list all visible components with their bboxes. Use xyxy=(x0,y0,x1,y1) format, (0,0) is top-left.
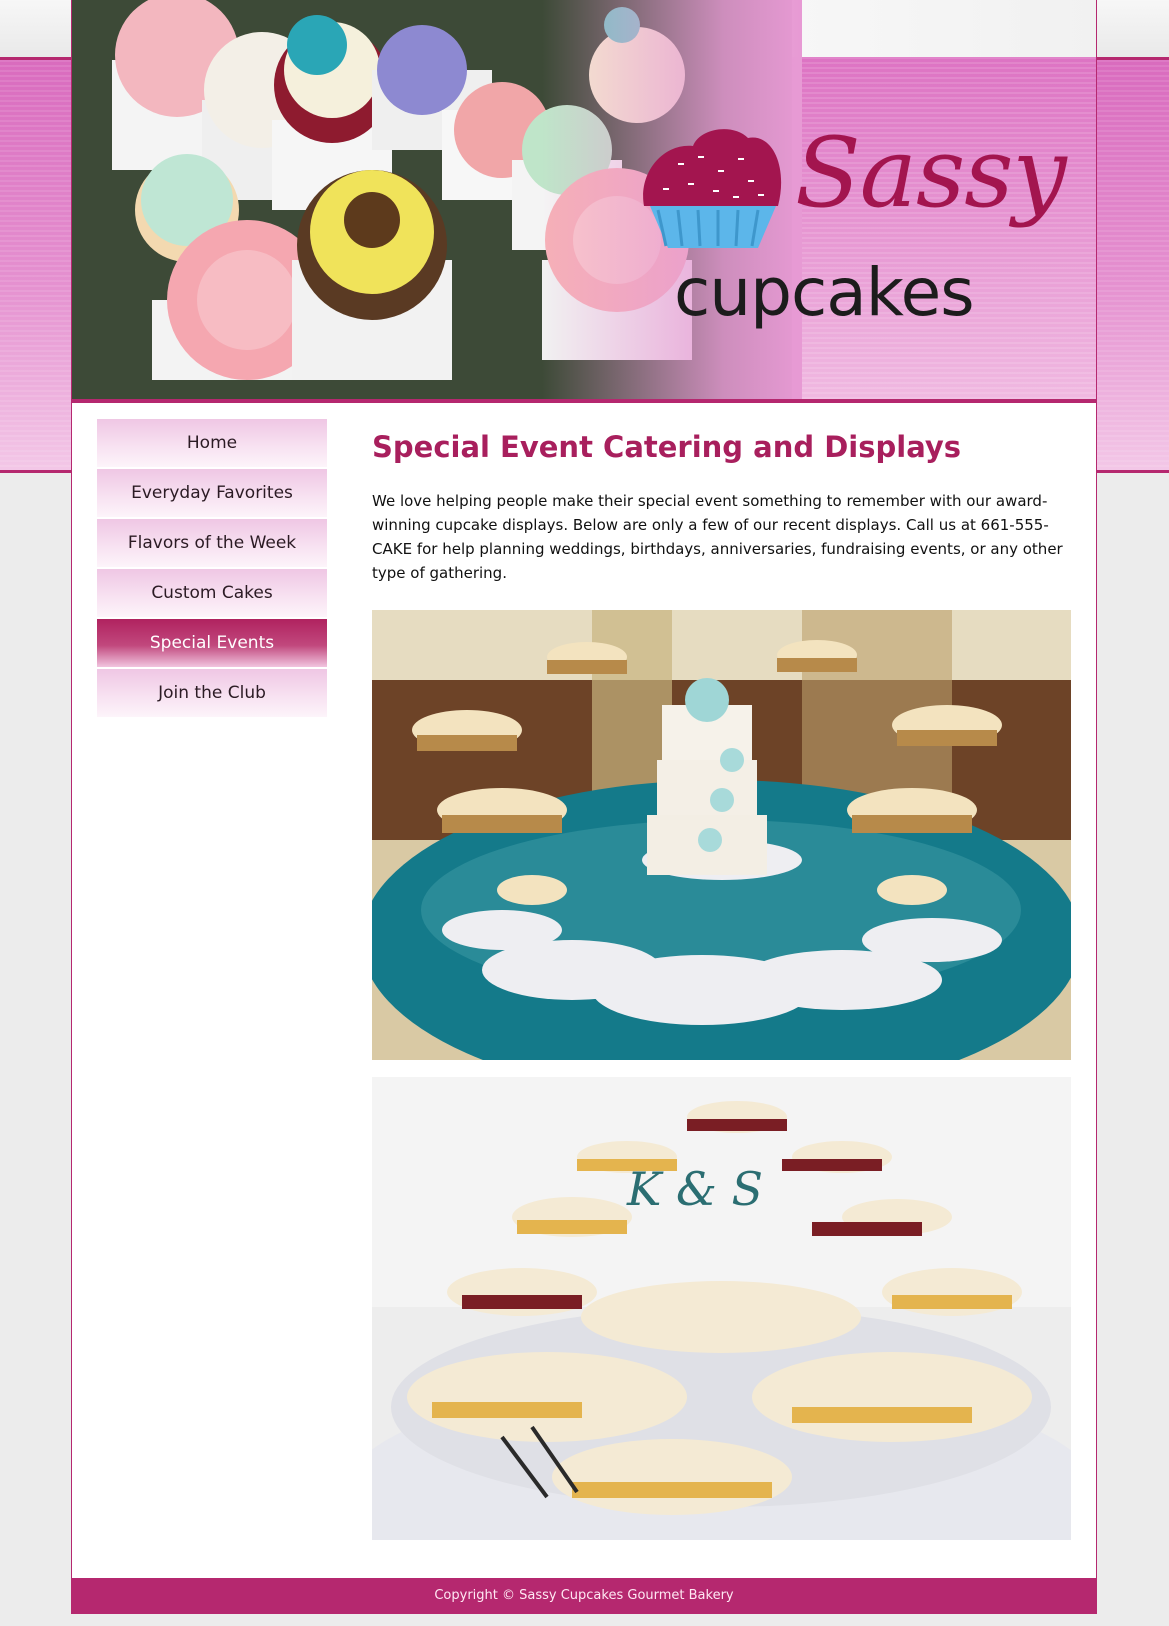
cupcake-logo-icon xyxy=(643,129,782,248)
header-banner: Sassy cupcakes xyxy=(72,0,1096,403)
nav-item-custom-cakes[interactable]: Custom Cakes xyxy=(97,569,327,617)
page-footer: Copyright © Sassy Cupcakes Gourmet Baker… xyxy=(72,1578,1096,1614)
monogram-text: K & S xyxy=(626,1162,763,1216)
nav-item-everyday-favorites[interactable]: Everyday Favorites xyxy=(97,469,327,517)
page-container: Sassy cupcakes Home Everyday Favorites F… xyxy=(71,0,1097,1614)
cupcake-display-white-table-icon: K & S xyxy=(372,1077,1071,1540)
event-photo-2: K & S xyxy=(372,1077,1071,1540)
sidebar-nav: Home Everyday Favorites Flavors of the W… xyxy=(97,419,327,719)
nav-item-special-events[interactable]: Special Events xyxy=(97,619,327,667)
main-content: Special Event Catering and Displays We l… xyxy=(372,430,1072,1540)
nav-item-home[interactable]: Home xyxy=(97,419,327,467)
logo-text-sassy: Sassy xyxy=(795,117,1067,229)
nav-item-flavors-of-the-week[interactable]: Flavors of the Week xyxy=(97,519,327,567)
nav-item-join-the-club[interactable]: Join the Club xyxy=(97,669,327,717)
cupcake-display-teal-table-icon xyxy=(372,610,1071,1060)
copyright-text: Copyright © Sassy Cupcakes Gourmet Baker… xyxy=(434,1588,734,1603)
page-title: Special Event Catering and Displays xyxy=(372,430,962,464)
event-photo-1 xyxy=(372,610,1071,1060)
intro-paragraph: We love helping people make their specia… xyxy=(372,491,1063,582)
logo-text-cupcakes: cupcakes xyxy=(674,254,975,331)
